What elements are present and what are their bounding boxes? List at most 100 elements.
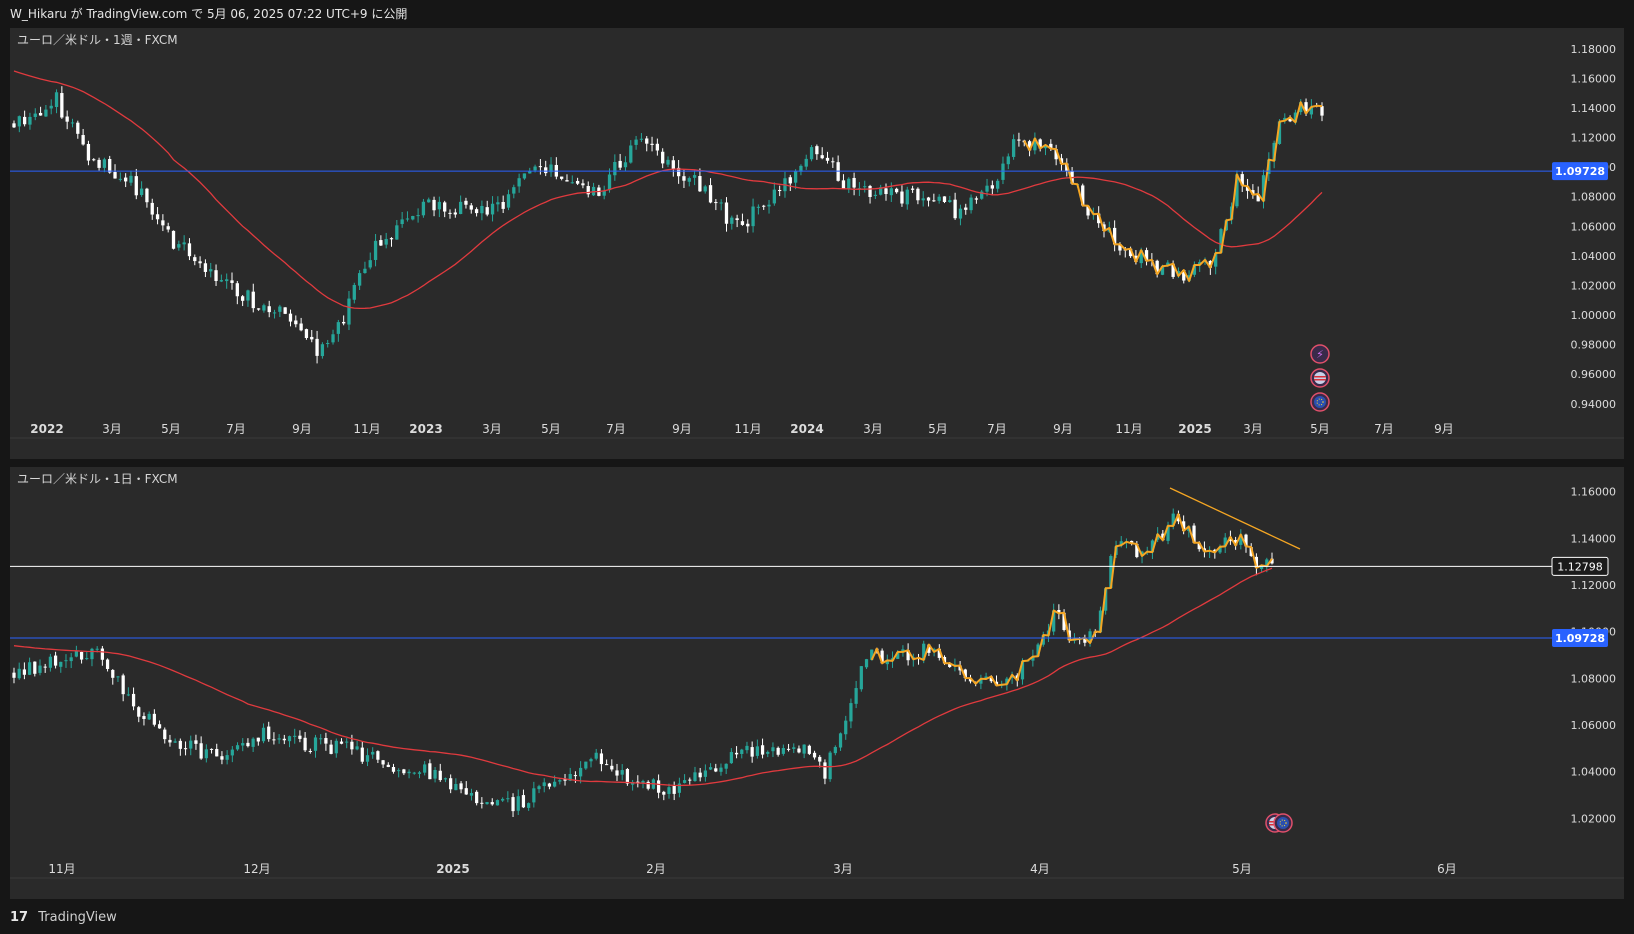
x-tick-label: 3月 xyxy=(102,422,122,436)
candle-body xyxy=(432,199,436,211)
candle-body xyxy=(384,238,388,245)
daily-chart-svg[interactable]: ユーロ／米ドル・1日・FXCM1.160001.140001.120001.10… xyxy=(10,467,1624,899)
candle-body xyxy=(781,748,785,754)
candle-body xyxy=(687,178,691,182)
candle-body xyxy=(589,759,593,762)
trend-line xyxy=(1169,487,1301,550)
y-tick-label: 0.94000 xyxy=(1571,398,1617,411)
candle-body xyxy=(916,188,920,201)
x-tick-label: 7月 xyxy=(226,422,246,436)
candle-body xyxy=(53,655,58,666)
candle-body xyxy=(544,167,548,174)
candle-body xyxy=(64,660,68,662)
candle-body xyxy=(261,727,266,742)
x-tick-label: 2月 xyxy=(646,862,666,876)
candle-body xyxy=(59,661,63,667)
candle-body xyxy=(131,693,136,707)
candle-body xyxy=(964,207,968,210)
candle-body xyxy=(178,740,182,749)
x-tick-label: 7月 xyxy=(987,422,1007,436)
candle-body xyxy=(379,240,383,246)
weekly-chart-panel[interactable]: ユーロ／米ドル・1週・FXCM 1.18000 1.16000 1.14000 1.12… xyxy=(10,28,1624,459)
x-tick-label: 4月 xyxy=(1030,862,1050,876)
candle-body xyxy=(262,305,266,311)
weekly-chart-svg[interactable]: ユーロ／米ドル・1週・FXCM 1.18000 1.16000 1.14000 1.12… xyxy=(10,28,1624,459)
candle-body xyxy=(391,767,396,772)
candle-body xyxy=(282,738,286,741)
candle-body xyxy=(802,744,806,754)
candle-body xyxy=(38,112,43,116)
candle-body xyxy=(480,205,484,214)
candle-body xyxy=(847,178,851,189)
candle-body xyxy=(168,739,172,743)
candle-body xyxy=(437,201,442,210)
candle-body xyxy=(267,306,271,313)
candle-body xyxy=(129,175,133,183)
candle-body xyxy=(905,189,909,205)
candle-body xyxy=(560,176,564,179)
candle-body xyxy=(352,284,356,300)
y-tick-label: 0.98000 xyxy=(1571,339,1617,352)
candle-body xyxy=(610,765,614,770)
candle-body xyxy=(251,738,255,747)
candle-body xyxy=(740,221,745,225)
candle-body xyxy=(454,784,458,791)
candle-body xyxy=(820,155,824,159)
candle-body xyxy=(298,735,302,739)
candle-body xyxy=(724,202,729,224)
x-tick-label: 11月 xyxy=(1115,422,1142,436)
x-tick-label: 11月 xyxy=(48,862,75,876)
candle-body xyxy=(804,158,808,167)
candle-body xyxy=(650,143,654,145)
candle-body xyxy=(345,741,349,743)
candle-body xyxy=(807,745,811,754)
candle-body xyxy=(199,743,203,759)
footer-brand[interactable]: TradingView xyxy=(38,910,117,925)
candle-body xyxy=(639,138,644,140)
candle-body xyxy=(240,296,245,301)
candle-body xyxy=(565,180,569,182)
candle-body xyxy=(407,771,411,774)
y-tick-label: 1.08000 xyxy=(1571,191,1617,204)
x-tick-label: 5月 xyxy=(1232,862,1252,876)
candle-body xyxy=(485,802,489,805)
x-tick-label: 3月 xyxy=(863,422,883,436)
candle-body xyxy=(163,729,167,740)
candle-body xyxy=(921,198,925,201)
y-tick-label: 1.14000 xyxy=(1571,102,1617,115)
candle-body xyxy=(584,761,588,769)
candle-body xyxy=(320,344,325,357)
candle-body xyxy=(246,742,250,747)
candle-body xyxy=(656,780,661,793)
candle-body xyxy=(230,280,234,283)
candle-body xyxy=(996,180,1000,189)
candle-body xyxy=(365,755,370,762)
candle-body xyxy=(793,171,798,183)
candle-body xyxy=(313,737,318,751)
candle-body xyxy=(1006,156,1010,165)
candle-body xyxy=(792,747,796,749)
candle-body xyxy=(496,202,500,205)
candle-body xyxy=(85,658,89,660)
y-tick-label: 1.04000 xyxy=(1571,250,1617,263)
candle-body xyxy=(251,291,255,309)
candle-body xyxy=(173,741,177,743)
candle-body xyxy=(33,661,37,674)
candle-body xyxy=(443,202,447,212)
candle-body xyxy=(124,177,128,182)
y-tick-label: 0.96000 xyxy=(1571,368,1617,381)
daily-chart-panel[interactable]: ユーロ／米ドル・1日・FXCM1.160001.140001.120001.10… xyxy=(10,467,1624,899)
candle-body xyxy=(458,201,463,215)
y-tick-label: 1.06000 xyxy=(1571,220,1617,233)
candle-body xyxy=(985,185,989,192)
candle-body xyxy=(698,176,702,192)
candle-body xyxy=(277,738,281,740)
candle-body xyxy=(108,158,112,173)
candle-body xyxy=(70,122,75,124)
tradingview-logo-icon[interactable]: 17 xyxy=(10,902,28,934)
candle-body xyxy=(553,781,557,787)
candle-body xyxy=(48,656,52,668)
x-tick-label: 3月 xyxy=(1243,422,1263,436)
candle-body xyxy=(894,188,899,193)
candle-body xyxy=(778,190,782,192)
